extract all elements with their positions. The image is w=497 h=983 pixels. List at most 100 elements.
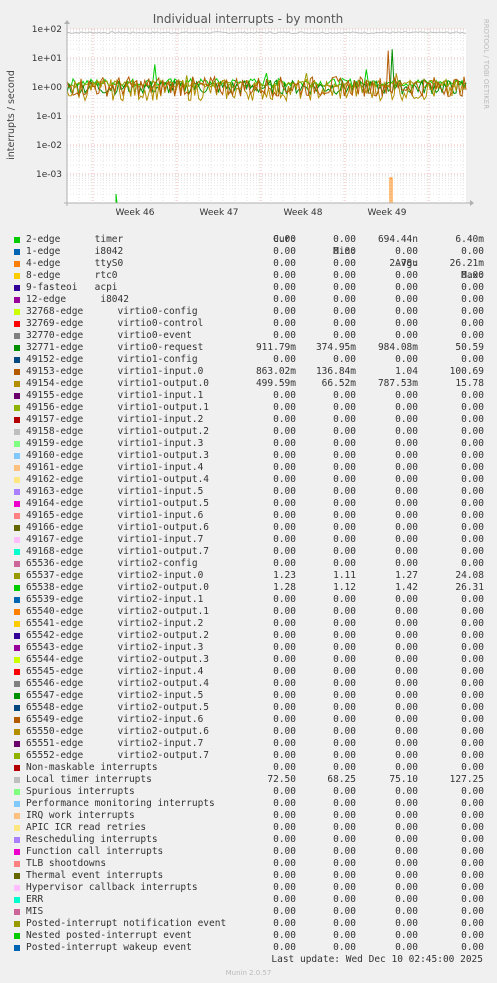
legend-cur-value: 0.00 xyxy=(273,558,296,569)
legend-label: 49161-edge virtio1-input.4 xyxy=(26,462,204,473)
legend-row: 49160-edge virtio1-output.3 0.00 0.00 0.00 0… xyxy=(0,450,497,462)
legend-row: Non-maskable interrupts 0.00 0.00 0.00 0.00 xyxy=(0,762,497,774)
legend-avg-value: 0.00 xyxy=(395,330,418,341)
last-update: Last update: Wed Dec 10 02:45:00 2025 xyxy=(271,954,483,965)
legend-avg-value: 0.00 xyxy=(395,558,418,569)
legend-swatch xyxy=(14,416,20,423)
legend-max-value: 0.00 xyxy=(461,666,484,677)
legend-max-value: 0.00 xyxy=(461,822,484,833)
legend-avg-value: 0.00 xyxy=(395,606,418,617)
legend-label: Performance monitoring interrupts xyxy=(26,798,215,809)
legend-max-value: 0.00 xyxy=(461,870,484,881)
legend-avg-value: 0.00 xyxy=(395,450,418,461)
legend-cur-value: 0.00 xyxy=(273,870,296,881)
legend-max-value: 0.00 xyxy=(461,546,484,557)
legend-label: 65538-edge virtio2-output.0 xyxy=(26,582,210,593)
munin-version: Munin 2.0.57 xyxy=(225,969,272,977)
legend-label: TLB shootdowns xyxy=(26,858,107,869)
legend-cur-value: 1.23 xyxy=(273,570,296,581)
legend-min-value: 0.00 xyxy=(333,762,356,773)
legend-avg-value: 0.00 xyxy=(395,654,418,665)
legend-avg-value: 0.00 xyxy=(395,678,418,689)
legend-max-value: 0.00 xyxy=(461,834,484,845)
legend-swatch xyxy=(14,284,20,291)
legend-row: ERR 0.00 0.00 0.00 0.00 xyxy=(0,894,497,906)
legend-cur-value: 0.00 xyxy=(273,930,296,941)
legend-max-value: 0.00 xyxy=(461,270,484,281)
legend-avg-value: 0.00 xyxy=(395,918,418,929)
legend-cur-value: 0.00 xyxy=(273,834,296,845)
legend-max-value: 0.00 xyxy=(461,522,484,533)
legend-swatch xyxy=(14,620,20,627)
legend-avg-value: 0.00 xyxy=(395,354,418,365)
legend-row: 65552-edge virtio2-output.7 0.00 0.00 0.00 0… xyxy=(0,750,497,762)
legend-min-value: 0.00 xyxy=(333,858,356,869)
legend-min-value: 0.00 xyxy=(333,390,356,401)
legend-avg-value: 0.00 xyxy=(395,510,418,521)
legend-max-value: 0.00 xyxy=(461,402,484,413)
legend-cur-value: 0.00 xyxy=(273,738,296,749)
legend-label: 65544-edge virtio2-output.3 xyxy=(26,654,210,665)
legend-swatch xyxy=(14,728,20,735)
legend-row: 65543-edge virtio2-input.3 0.00 0.00 0.00 0.… xyxy=(0,642,497,654)
legend-cur-value: 911.79m xyxy=(255,342,296,353)
legend-min-value: 0.00 xyxy=(333,234,356,245)
legend-swatch xyxy=(14,272,20,279)
legend-swatch xyxy=(14,536,20,543)
legend-max-value: 0.00 xyxy=(461,606,484,617)
legend-avg-value: 0.00 xyxy=(395,870,418,881)
legend-cur-value: 0.00 xyxy=(273,270,296,281)
legend-avg-value: 0.00 xyxy=(395,306,418,317)
legend-cur-value: 0.00 xyxy=(273,618,296,629)
legend-label: 12-edge i8042 xyxy=(26,294,129,305)
legend-row: TLB shootdowns 0.00 0.00 0.00 0.00 xyxy=(0,858,497,870)
legend-label: 65541-edge virtio2-input.2 xyxy=(26,618,204,629)
y-ticks: 1e+02 1e+01 1e+00 1e-01 1e-02 1e-03 xyxy=(32,25,63,180)
legend-row: 49154-edge virtio1-output.0 499.59m 66.52m… xyxy=(0,378,497,390)
legend-row: 4-edge ttyS0 0.00 0.00 2.78u 26.21m xyxy=(0,258,497,270)
legend-cur-value: 0.00 xyxy=(273,606,296,617)
legend-cur-value: 0.00 xyxy=(273,246,296,257)
legend-row: 49155-edge virtio1-input.1 0.00 0.00 0.00 0.… xyxy=(0,390,497,402)
legend-row: 65539-edge virtio2-input.1 0.00 0.00 0.00 0.… xyxy=(0,594,497,606)
legend-cur-value: 0.00 xyxy=(273,318,296,329)
legend-cur-value: 0.00 xyxy=(273,678,296,689)
legend-cur-value: 0.00 xyxy=(273,942,296,953)
legend-label: 65548-edge virtio2-output.5 xyxy=(26,702,210,713)
legend-swatch xyxy=(14,716,20,723)
x-tick-label: Week 49 xyxy=(368,208,407,218)
legend-swatch xyxy=(14,836,20,843)
legend-label: Nested posted-interrupt event xyxy=(26,930,192,941)
legend-row: Rescheduling interrupts 0.00 0.00 0.00 0.00 xyxy=(0,834,497,846)
legend-min-value: 0.00 xyxy=(333,618,356,629)
legend-max-value: 0.00 xyxy=(461,330,484,341)
legend-min-value: 0.00 xyxy=(333,834,356,845)
legend-min-value: 0.00 xyxy=(333,942,356,953)
y-axis-label: interrupts / second xyxy=(6,70,17,160)
legend-label: Spurious interrupts xyxy=(26,786,135,797)
legend-min-value: 0.00 xyxy=(333,546,356,557)
legend-row: Hypervisor callback interrupts 0.00 0.00 0.… xyxy=(0,882,497,894)
legend-row: 49158-edge virtio1-output.2 0.00 0.00 0.00 0… xyxy=(0,426,497,438)
legend-avg-value: 1.04 xyxy=(395,366,418,377)
legend-label: Posted-interrupt wakeup event xyxy=(26,942,192,953)
legend-min-value: 0.00 xyxy=(333,606,356,617)
legend-row: 32770-edge virtio0-event 0.00 0.00 0.00 0.00 xyxy=(0,330,497,342)
chart: Individual interrupts - by month interru… xyxy=(6,12,490,218)
legend-max-value: 0.00 xyxy=(461,858,484,869)
legend-cur-value: 0.00 xyxy=(273,810,296,821)
legend-min-value: 0.00 xyxy=(333,474,356,485)
legend-min-value: 0.00 xyxy=(333,534,356,545)
legend-min-value: 0.00 xyxy=(333,318,356,329)
legend-cur-value: 0.00 xyxy=(273,762,296,773)
legend-label: Non-maskable interrupts xyxy=(26,762,158,773)
legend-max-value: 0.00 xyxy=(461,906,484,917)
legend-swatch xyxy=(14,740,20,747)
legend-cur-value: 0.00 xyxy=(273,462,296,473)
legend-row: 1-edge i8042 0.00 0.00 0.00 0.00 xyxy=(0,246,497,258)
legend-min-value: 68.25 xyxy=(327,774,356,785)
legend-cur-value: 0.00 xyxy=(273,354,296,365)
legend-min-value: 0.00 xyxy=(333,906,356,917)
legend-min-value: 0.00 xyxy=(333,462,356,473)
legend-row: 49166-edge virtio1-output.6 0.00 0.00 0.00 0… xyxy=(0,522,497,534)
